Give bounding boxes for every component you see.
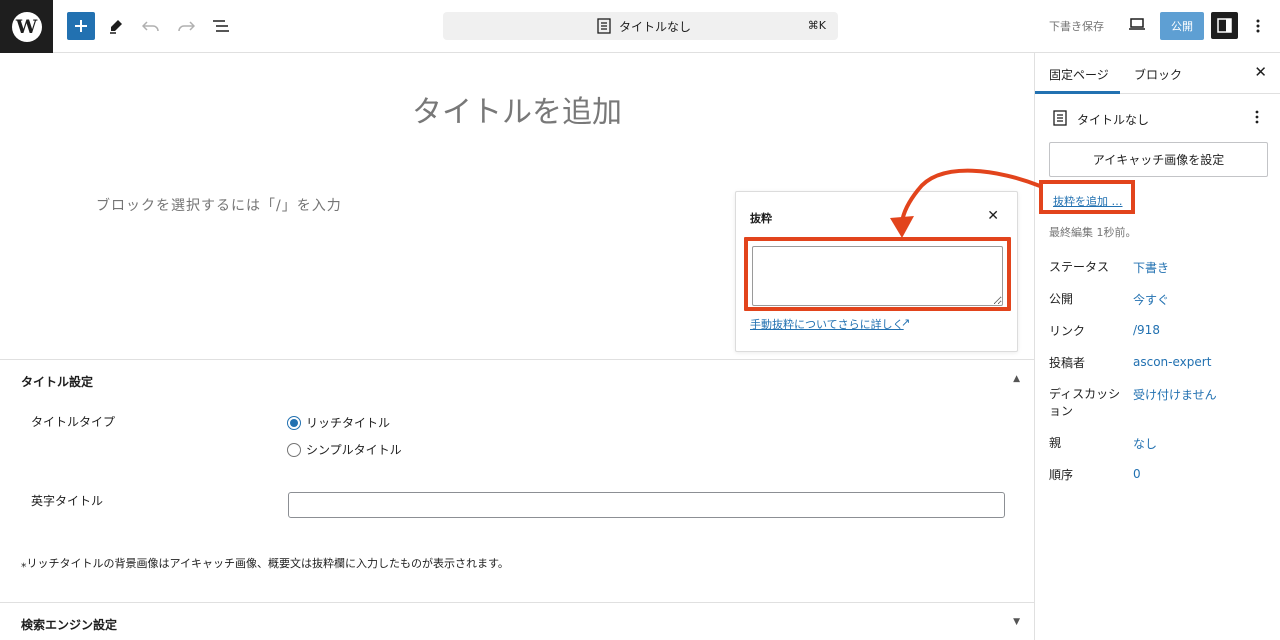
- more-vertical-icon: [1256, 19, 1260, 33]
- publish-label: 公開: [1049, 292, 1074, 306]
- excerpt-help-link[interactable]: 手動抜粋についてさらに詳しく: [750, 316, 904, 332]
- discussion-value[interactable]: 受け付けません: [1133, 386, 1217, 403]
- seo-settings-heading: 検索エンジン設定: [21, 618, 118, 632]
- status-label: ステータス: [1049, 260, 1110, 274]
- publish-button[interactable]: 公開: [1160, 12, 1204, 40]
- external-link-icon: ↗: [901, 316, 911, 329]
- save-draft-button[interactable]: 下書き保存: [1049, 18, 1104, 34]
- plus-icon: [75, 20, 87, 32]
- title-settings-header[interactable]: タイトル設定 ▲: [0, 360, 1034, 400]
- wordpress-logo-icon[interactable]: W: [0, 0, 53, 53]
- excerpt-textarea[interactable]: [752, 246, 1003, 306]
- last-edited-text: 最終編集 1秒前。: [1049, 226, 1137, 239]
- list-view-icon: [213, 20, 229, 32]
- list-view-button[interactable]: [209, 12, 233, 40]
- radio-icon: [287, 415, 301, 430]
- order-label: 順序: [1049, 468, 1074, 482]
- command-shortcut: ⌘K: [807, 19, 826, 32]
- author-value[interactable]: ascon-expert: [1133, 355, 1211, 369]
- pen-icon: [110, 20, 122, 34]
- title-type-label: タイトルタイプ: [31, 415, 116, 429]
- excerpt-popover: 抜粋 ✕ 手動抜粋についてさらに詳しく ↗: [735, 191, 1018, 352]
- sidebar-document-title: タイトルなし: [1077, 113, 1150, 127]
- tab-block[interactable]: ブロック: [1134, 66, 1182, 83]
- chevron-up-icon[interactable]: ▲: [1013, 374, 1020, 384]
- document-icon: [1053, 110, 1067, 126]
- english-title-label: 英字タイトル: [31, 494, 104, 508]
- discussion-label: ディスカッション: [1049, 387, 1121, 418]
- add-excerpt-link[interactable]: 抜粋を追加 …: [1053, 193, 1123, 209]
- order-value[interactable]: 0: [1133, 467, 1141, 481]
- wordpress-logo-mark: W: [11, 11, 42, 42]
- author-label: 投稿者: [1049, 356, 1086, 370]
- command-palette-button[interactable]: タイトルなし ⌘K: [443, 12, 838, 40]
- tab-page[interactable]: 固定ページ: [1049, 66, 1109, 83]
- link-value[interactable]: /918: [1133, 323, 1160, 337]
- document-icon: [597, 18, 611, 34]
- default-block-appender[interactable]: ブロックを選択するには「/」を入力: [96, 195, 342, 215]
- chevron-down-icon[interactable]: ▼: [1013, 617, 1020, 627]
- post-title-input[interactable]: タイトルを追加: [0, 87, 1034, 131]
- radio-icon: [287, 442, 301, 457]
- english-title-input[interactable]: [288, 492, 1005, 518]
- excerpt-highlight-frame: [744, 237, 1011, 311]
- meta-boxes-area: タイトル設定 ▲ タイトルタイプ リッチタイトル シンプルタイトル 英字タイトル…: [0, 359, 1034, 640]
- options-menu-button[interactable]: [1252, 14, 1264, 38]
- block-inserter-button[interactable]: [67, 12, 95, 40]
- document-actions-button[interactable]: [1253, 109, 1261, 125]
- tools-button[interactable]: [104, 12, 128, 40]
- title-settings-heading: タイトル設定: [21, 375, 94, 389]
- excerpt-popover-title: 抜粋: [750, 212, 772, 225]
- set-featured-image-button[interactable]: アイキャッチ画像を設定: [1049, 142, 1268, 177]
- add-excerpt-highlight-frame: 抜粋を追加 …: [1039, 180, 1135, 214]
- preview-device-icon: [1129, 18, 1145, 30]
- radio-rich-title[interactable]: リッチタイトル: [287, 414, 390, 431]
- close-icon[interactable]: ✕: [1254, 63, 1267, 81]
- link-label: リンク: [1049, 324, 1086, 338]
- undo-button[interactable]: [139, 12, 163, 40]
- seo-settings-header[interactable]: 検索エンジン設定 ▼: [0, 603, 1034, 640]
- status-value[interactable]: 下書き: [1133, 259, 1169, 276]
- parent-value[interactable]: なし: [1133, 435, 1157, 452]
- parent-label: 親: [1049, 436, 1062, 450]
- radio-simple-title[interactable]: シンプルタイトル: [287, 441, 402, 458]
- more-vertical-icon: [1255, 110, 1259, 124]
- sidebar-tabs: 固定ページ ブロック ✕: [1035, 53, 1280, 94]
- redo-icon: [178, 21, 195, 32]
- close-icon[interactable]: ✕: [987, 208, 999, 224]
- title-settings-note: ⁎リッチタイトルの背景画像はアイキャッチ画像、概要文は抜粋欄に入力したものが表示…: [21, 557, 509, 570]
- settings-panel-icon: [1217, 18, 1232, 33]
- document-title: タイトルなし: [619, 20, 692, 34]
- redo-button[interactable]: [174, 12, 198, 40]
- undo-icon: [142, 21, 159, 32]
- settings-sidebar-toggle[interactable]: [1211, 12, 1238, 39]
- radio-rich-title-label: リッチタイトル: [306, 416, 391, 430]
- radio-simple-title-label: シンプルタイトル: [306, 443, 402, 457]
- active-tab-indicator: [1035, 91, 1120, 94]
- publish-value[interactable]: 今すぐ: [1133, 291, 1169, 308]
- editor-header: W タイトルなし ⌘K 下書き保存 公開: [0, 0, 1280, 53]
- settings-sidebar: 固定ページ ブロック ✕ タイトルなし アイキャッチ画像を設定 抜粋を追加 … …: [1034, 53, 1280, 640]
- preview-button[interactable]: [1128, 16, 1146, 35]
